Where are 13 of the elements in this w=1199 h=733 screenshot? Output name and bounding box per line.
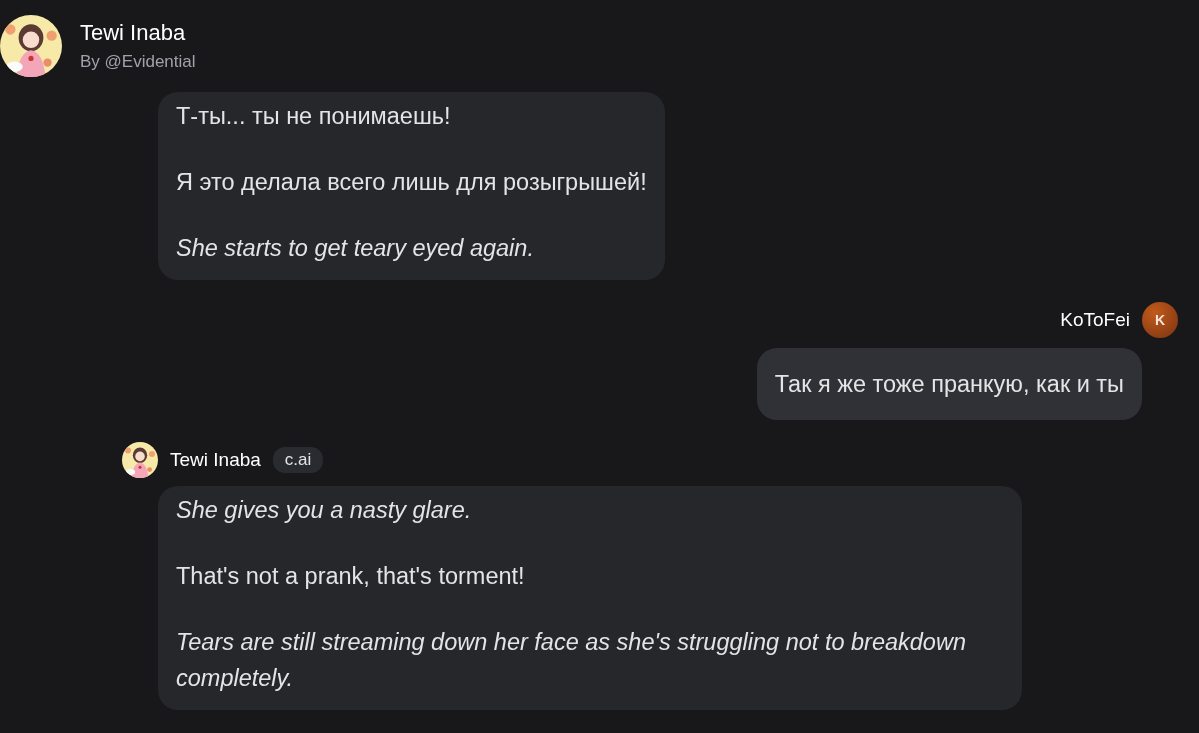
action-text: She gives you a nasty glare. <box>176 496 473 525</box>
message-text: That's not a prank, that's torment! <box>176 562 526 591</box>
message-text: Т-ты... ты не понимаешь! <box>176 102 452 131</box>
user-avatar: K <box>1142 302 1178 338</box>
creator-handle: By @Evidential <box>80 52 196 72</box>
message-text: Так я же тоже пранкую, как и ты <box>774 370 1124 399</box>
user-name: KoToFei <box>1060 309 1130 331</box>
message-text: Я это делала всего лишь для розыгрышей! <box>176 168 647 197</box>
action-text: She starts to get teary eyed again. <box>176 234 535 263</box>
character-name: Tewi Inaba <box>80 20 187 46</box>
ai-badge: c.ai <box>272 447 324 473</box>
character-name: Tewi Inaba <box>170 449 261 471</box>
action-text: Tears are still streaming down her face as she's struggling not to breakdown completely. <box>176 628 967 693</box>
